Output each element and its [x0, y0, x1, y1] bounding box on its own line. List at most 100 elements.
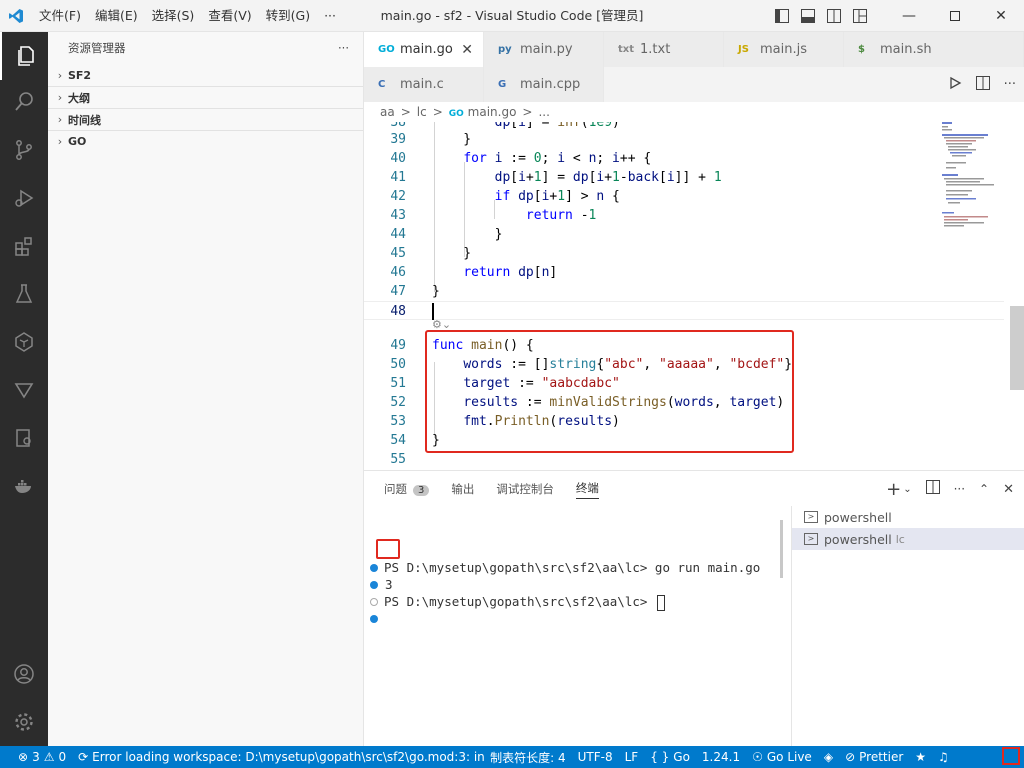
terminal-output[interactable]: PS D:\mysetup\gopath\src\sf2\aa\lc> go r…	[364, 507, 791, 747]
tab-label: main.py	[520, 42, 573, 57]
tab-debug-console[interactable]: 调试控制台	[496, 481, 554, 497]
tab-main-go[interactable]: GO main.go ✕	[364, 32, 484, 67]
copilot-icon[interactable]: ◈	[818, 750, 839, 764]
code-line: 42 if dp[i+1] > n {	[390, 189, 620, 204]
more-actions-icon[interactable]: ···	[1004, 77, 1016, 92]
explorer-more-actions[interactable]: ···	[338, 41, 349, 55]
tab-problems[interactable]: 问题 3	[384, 481, 430, 497]
explorer-icon[interactable]	[0, 32, 48, 80]
tab-output[interactable]: 输出	[451, 481, 474, 497]
c-file-icon: C	[378, 79, 386, 90]
menu-view[interactable]: 查看(V)	[201, 0, 258, 32]
section-go[interactable]: › GO	[48, 130, 363, 152]
notifications-bell-icon[interactable]: ♫	[932, 750, 955, 764]
error-icon: ⊗	[18, 750, 29, 764]
section-outline[interactable]: › 大纲	[48, 86, 363, 108]
toggle-sidebar-icon[interactable]	[774, 8, 790, 24]
close-icon[interactable]: ✕	[461, 42, 473, 58]
toggle-panel-icon[interactable]	[800, 8, 816, 24]
breadcrumb-symbol[interactable]: ...	[538, 105, 549, 119]
search-icon[interactable]	[0, 78, 48, 126]
cpp-file-icon: G	[498, 79, 507, 90]
menu-file[interactable]: 文件(F)	[32, 0, 88, 32]
editor-tabs: GO main.go ✕ py main.py txt 1.txt JS mai…	[364, 32, 1024, 102]
status-bar: ⊗ 3 ⚠ 0 ⟳ Error loading workspace: D:\myset…	[0, 746, 1024, 768]
tab-label: main.js	[760, 42, 807, 57]
close-window-button[interactable]: ✕	[978, 0, 1024, 32]
terminal-scrollbar[interactable]	[780, 520, 783, 578]
tab-terminal[interactable]: 终端	[575, 480, 599, 499]
account-icon[interactable]	[0, 650, 48, 698]
terminal-more-icon[interactable]: ···	[954, 482, 965, 496]
problems-status[interactable]: ⊗ 3 ⚠ 0	[12, 750, 72, 764]
js-file-icon: JS	[738, 44, 749, 55]
golive-status[interactable]: ☉ Go Live	[746, 750, 818, 764]
breadcrumb-lc[interactable]: lc	[417, 105, 427, 119]
menu-selection[interactable]: 选择(S)	[145, 0, 202, 32]
extensions-icon[interactable]	[0, 222, 48, 270]
remote-explorer-icon[interactable]	[0, 318, 48, 366]
manage-gear-icon[interactable]	[0, 698, 48, 746]
go-file-icon: GO	[378, 44, 395, 55]
tab-main-c[interactable]: C main.c	[364, 67, 484, 102]
maximize-button[interactable]	[932, 0, 978, 32]
eol-status[interactable]: LF	[619, 750, 645, 764]
workspace-error-status[interactable]: ⟳ Error loading workspace: D:\mysetup\gop…	[72, 750, 484, 764]
testing-flask-icon[interactable]	[0, 270, 48, 318]
tab-size-status[interactable]: 制表符长度: 4	[484, 749, 572, 766]
run-play-icon[interactable]	[948, 76, 962, 93]
terminal-item-powershell-lc[interactable]: > powershell lc	[792, 528, 1024, 550]
activity-bar	[0, 32, 48, 746]
minimize-button[interactable]: —	[886, 0, 932, 32]
text-file-icon: txt	[618, 44, 635, 55]
tab-1-txt[interactable]: txt 1.txt	[604, 32, 724, 67]
menu-edit[interactable]: 编辑(E)	[88, 0, 145, 32]
tab-main-js[interactable]: JS main.js	[724, 32, 844, 67]
language-status[interactable]: { } Go	[644, 750, 696, 764]
highlight-annotation-box	[1002, 747, 1020, 765]
terminal-item-powershell[interactable]: > powershell	[792, 506, 1024, 528]
docker-whale-icon[interactable]	[0, 462, 48, 510]
tab-label: main.cpp	[520, 77, 581, 92]
split-terminal-icon[interactable]	[925, 480, 940, 498]
minimap[interactable]	[940, 122, 1010, 242]
customize-layout-icon[interactable]	[852, 8, 868, 24]
breadcrumb-aa[interactable]: aa	[380, 105, 395, 119]
menu-go[interactable]: 转到(G)	[259, 0, 317, 32]
chevron-right-icon: ›	[57, 113, 63, 126]
tab-main-py[interactable]: py main.py	[484, 32, 604, 67]
triangle-extension-icon[interactable]	[0, 366, 48, 414]
code-line: 45 }	[390, 246, 472, 261]
docker-settings-icon[interactable]	[0, 414, 48, 462]
code-line: 43 return -1	[390, 208, 597, 223]
new-terminal-icon[interactable]: +	[886, 479, 901, 500]
section-timeline[interactable]: › 时间线	[48, 108, 363, 130]
breadcrumb: aa > lc > GO main.go > ...	[364, 102, 1024, 122]
close-panel-icon[interactable]: ✕	[1003, 482, 1014, 497]
prettier-status[interactable]: ⊘ Prettier	[839, 750, 909, 764]
maximize-panel-icon[interactable]: ⌃	[979, 482, 989, 496]
encoding-status[interactable]: UTF-8	[572, 750, 619, 764]
python-file-icon: py	[498, 44, 512, 55]
code-line-current: 48	[364, 301, 1004, 320]
chevron-down-icon[interactable]: ⌄	[903, 484, 911, 495]
menu-bar: 文件(F) 编辑(E) 选择(S) 查看(V) 转到(G) ···	[32, 0, 343, 32]
section-sf2[interactable]: › SF2	[48, 64, 363, 86]
go-version-status[interactable]: 1.24.1	[696, 750, 746, 764]
tab-label: 1.txt	[640, 42, 671, 57]
tab-label: main.go	[400, 42, 453, 57]
toggle-secondary-sidebar-icon[interactable]	[826, 8, 842, 24]
chevron-right-icon: ›	[57, 68, 63, 82]
source-control-icon[interactable]	[0, 126, 48, 174]
tab-main-sh[interactable]: $ main.sh	[844, 32, 1024, 67]
breadcrumb-main-go[interactable]: GO main.go	[449, 105, 517, 119]
editor-scrollbar[interactable]	[1010, 306, 1024, 390]
split-editor-icon[interactable]	[975, 76, 990, 93]
highlight-annotation-box	[376, 539, 400, 559]
menu-more[interactable]: ···	[317, 0, 343, 32]
run-debug-icon[interactable]	[0, 174, 48, 222]
feedback-icon[interactable]: ★	[909, 750, 932, 764]
title-bar: 文件(F) 编辑(E) 选择(S) 查看(V) 转到(G) ··· main.g…	[0, 0, 1024, 32]
tab-main-cpp[interactable]: G main.cpp	[484, 67, 604, 102]
breadcrumb-sep: >	[522, 105, 533, 119]
